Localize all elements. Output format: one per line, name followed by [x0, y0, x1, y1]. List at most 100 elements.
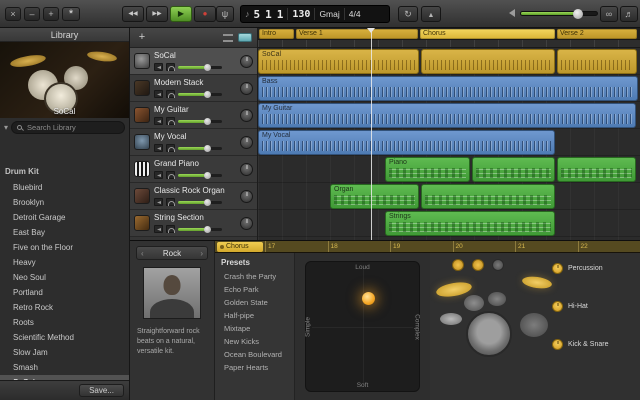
hihat-knob[interactable] [552, 301, 563, 312]
solo-button[interactable] [166, 198, 175, 206]
pan-knob[interactable] [240, 108, 253, 122]
play-button[interactable] [170, 6, 192, 22]
smart-controls-icon[interactable] [62, 7, 80, 21]
region-midi[interactable] [472, 157, 555, 182]
arrangement-marker[interactable]: Verse 1 [296, 29, 418, 39]
zoom-control[interactable] [238, 33, 252, 42]
tuner-icon[interactable] [216, 6, 234, 22]
preset-item[interactable]: Echo Park [215, 283, 294, 296]
prev-genre-icon[interactable] [141, 247, 144, 260]
library-item[interactable]: Bluebird [0, 180, 129, 195]
volume-knob[interactable] [203, 144, 211, 152]
library-item[interactable]: Portland [0, 285, 129, 300]
lcd-key[interactable]: Gmaj [319, 9, 339, 19]
timeline-ruler[interactable] [258, 40, 640, 48]
lcd-beat[interactable]: 1 [265, 8, 272, 21]
record-button[interactable] [194, 6, 216, 22]
volume-knob[interactable] [203, 117, 211, 125]
track-volume-slider[interactable] [178, 90, 222, 98]
region-drummer[interactable] [557, 49, 637, 74]
lcd-tempo[interactable]: 130 [292, 9, 310, 20]
region-midi[interactable]: Organ [330, 184, 419, 209]
pan-knob[interactable] [240, 135, 253, 149]
region-chip[interactable]: Chorus [217, 242, 263, 252]
preset-item[interactable]: New Kicks [215, 335, 294, 348]
track-row[interactable]: Grand Piano [130, 156, 257, 183]
forward-button[interactable] [146, 6, 168, 22]
library-item[interactable]: Retro Rock [0, 300, 129, 315]
mute-button[interactable] [154, 117, 163, 125]
library-search[interactable] [11, 121, 125, 134]
track-volume-slider[interactable] [178, 171, 222, 179]
drummer-photo[interactable] [143, 267, 201, 319]
ride-cymbal[interactable] [521, 274, 553, 291]
mute-button[interactable] [154, 198, 163, 206]
lcd-time-signature[interactable]: 4/4 [349, 9, 361, 19]
mute-button[interactable] [154, 63, 163, 71]
shaker-icon[interactable] [472, 259, 484, 271]
lcd-position[interactable]: 5 1 1 [254, 8, 284, 21]
lcd-bar[interactable]: 5 [254, 8, 261, 21]
track-row[interactable]: Classic Rock Organ [130, 183, 257, 210]
playhead[interactable] [367, 28, 375, 240]
track-row[interactable]: SoCal [130, 48, 257, 75]
region-midi[interactable] [557, 157, 636, 182]
solo-button[interactable] [166, 90, 175, 98]
preset-item[interactable]: Paper Hearts [215, 361, 294, 374]
mute-button[interactable] [154, 171, 163, 179]
library-item[interactable]: Slow Jam [0, 345, 129, 360]
track-volume-slider[interactable] [178, 144, 222, 152]
region-midi[interactable]: Strings [385, 211, 555, 236]
track-row[interactable]: My Guitar [130, 102, 257, 129]
mute-button[interactable] [154, 144, 163, 152]
region-audio[interactable]: My Guitar [258, 103, 636, 128]
arrangement-marker[interactable]: Verse 2 [557, 29, 637, 39]
volume-knob[interactable] [203, 63, 211, 71]
volume-knob[interactable] [203, 171, 211, 179]
library-item[interactable]: Detroit Garage [0, 210, 129, 225]
solo-button[interactable] [166, 144, 175, 152]
track-volume-slider[interactable] [178, 63, 222, 71]
library-item[interactable]: Scientific Method [0, 330, 129, 345]
arrangement-marker[interactable]: Intro [259, 29, 294, 39]
save-button[interactable]: Save... [79, 384, 124, 397]
metronome-icon[interactable] [421, 6, 441, 22]
library-item[interactable]: Neo Soul [0, 270, 129, 285]
track-volume-slider[interactable] [178, 198, 222, 206]
track-row[interactable]: Modern Stack [130, 75, 257, 102]
solo-button[interactable] [166, 225, 175, 233]
pan-knob[interactable] [240, 81, 253, 95]
snare-drum[interactable] [440, 313, 462, 325]
genre-selector[interactable]: Rock [136, 246, 208, 260]
volume-knob[interactable] [572, 8, 583, 19]
tambourine-icon[interactable] [452, 259, 464, 271]
floor-tom[interactable] [520, 313, 548, 337]
pan-knob[interactable] [240, 54, 253, 68]
library-item[interactable]: Roots [0, 315, 129, 330]
lcd-display[interactable]: 5 1 1 130 Gmaj 4/4 [240, 5, 390, 23]
track-height-icon[interactable] [223, 34, 233, 42]
search-input[interactable] [25, 122, 119, 133]
volume-knob[interactable] [203, 90, 211, 98]
add-track-button[interactable] [135, 31, 149, 44]
library-item[interactable]: Five on the Floor [0, 240, 129, 255]
solo-button[interactable] [166, 117, 175, 125]
preset-item[interactable]: Ocean Boulevard [215, 348, 294, 361]
rewind-button[interactable] [122, 6, 144, 22]
zoom-button[interactable] [43, 7, 59, 21]
region-midi[interactable] [421, 184, 555, 209]
region-midi[interactable]: Piano [385, 157, 470, 182]
volume-knob[interactable] [203, 198, 211, 206]
track-row[interactable]: String Section [130, 210, 257, 237]
xy-pad[interactable]: Loud Soft Simple Complex [304, 261, 421, 392]
track-row[interactable]: My Vocal [130, 129, 257, 156]
track-volume-slider[interactable] [178, 117, 222, 125]
solo-button[interactable] [166, 63, 175, 71]
preset-item[interactable]: Half-pipe [215, 309, 294, 322]
region-audio[interactable]: Bass [258, 76, 638, 101]
preset-item[interactable]: Crash the Party [215, 270, 294, 283]
kick-snare-knob[interactable] [552, 339, 563, 350]
pan-knob[interactable] [240, 189, 253, 203]
chevron-down-icon[interactable] [4, 123, 8, 132]
pan-knob[interactable] [240, 216, 253, 230]
